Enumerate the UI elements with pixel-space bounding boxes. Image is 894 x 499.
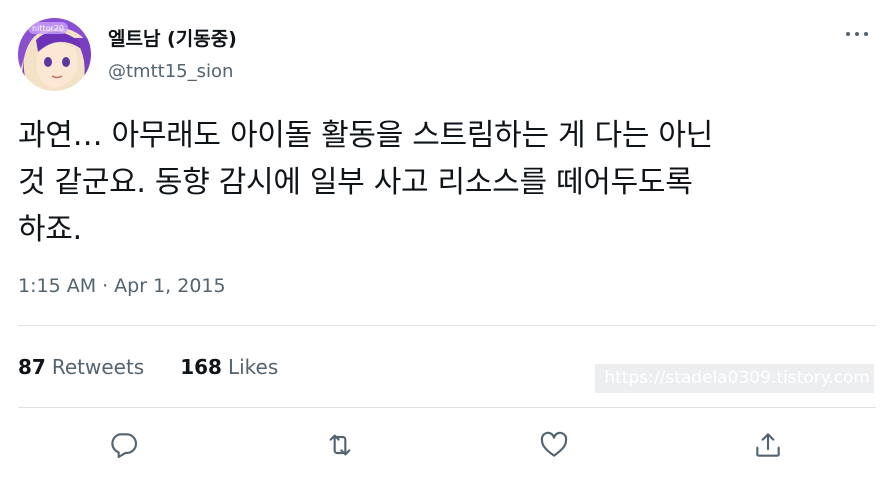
retweet-icon bbox=[329, 434, 351, 456]
avatar-image: nittor20 bbox=[18, 18, 91, 91]
heart-icon bbox=[540, 431, 568, 457]
display-name[interactable]: 엘트남 (기동중) bbox=[108, 24, 237, 51]
avatar[interactable]: nittor20 bbox=[18, 18, 91, 91]
tweet-date: Apr 1, 2015 bbox=[114, 275, 226, 297]
user-handle[interactable]: @tmtt15_sion bbox=[108, 61, 233, 82]
meta-separator: · bbox=[102, 275, 109, 297]
more-dot bbox=[846, 32, 850, 36]
more-dot bbox=[864, 32, 868, 36]
retweets-stat[interactable]: 87 Retweets bbox=[18, 355, 144, 379]
share-icon bbox=[756, 433, 780, 457]
avatar-badge-text: nittor20 bbox=[32, 24, 64, 33]
reply-button[interactable] bbox=[105, 426, 143, 464]
tweet-text: 과연… 아무래도 아이돌 활동을 스트림하는 게 다는 아닌 것 같군요. 동향… bbox=[18, 112, 878, 253]
action-bar bbox=[0, 418, 894, 472]
more-dot bbox=[855, 32, 859, 36]
likes-stat[interactable]: 168 Likes bbox=[180, 355, 278, 379]
divider bbox=[18, 407, 876, 408]
more-options-icon[interactable] bbox=[846, 24, 868, 44]
likes-count: 168 bbox=[180, 355, 222, 379]
retweets-count: 87 bbox=[18, 355, 46, 379]
divider bbox=[18, 325, 876, 326]
share-button[interactable] bbox=[749, 426, 787, 464]
tweet-line: 하죠. bbox=[18, 212, 82, 247]
like-button[interactable] bbox=[535, 426, 573, 464]
retweets-label: Retweets bbox=[51, 355, 145, 379]
likes-label: Likes bbox=[227, 355, 279, 379]
reply-icon bbox=[111, 433, 138, 459]
retweet-button[interactable] bbox=[321, 426, 359, 464]
tweet-line: 것 같군요. 동향 감시에 일부 사고 리소스를 떼어두도록 bbox=[18, 165, 693, 200]
watermark: https://stadela0309.tistory.com bbox=[595, 364, 874, 393]
tweet-line: 과연… 아무래도 아이돌 활동을 스트림하는 게 다는 아닌 bbox=[18, 118, 713, 153]
tweet-time: 1:15 AM bbox=[18, 275, 97, 297]
tweet-stats: 87 Retweets 168 Likes bbox=[18, 355, 278, 379]
tweet-timestamp[interactable]: 1:15 AM · Apr 1, 2015 bbox=[18, 275, 226, 297]
